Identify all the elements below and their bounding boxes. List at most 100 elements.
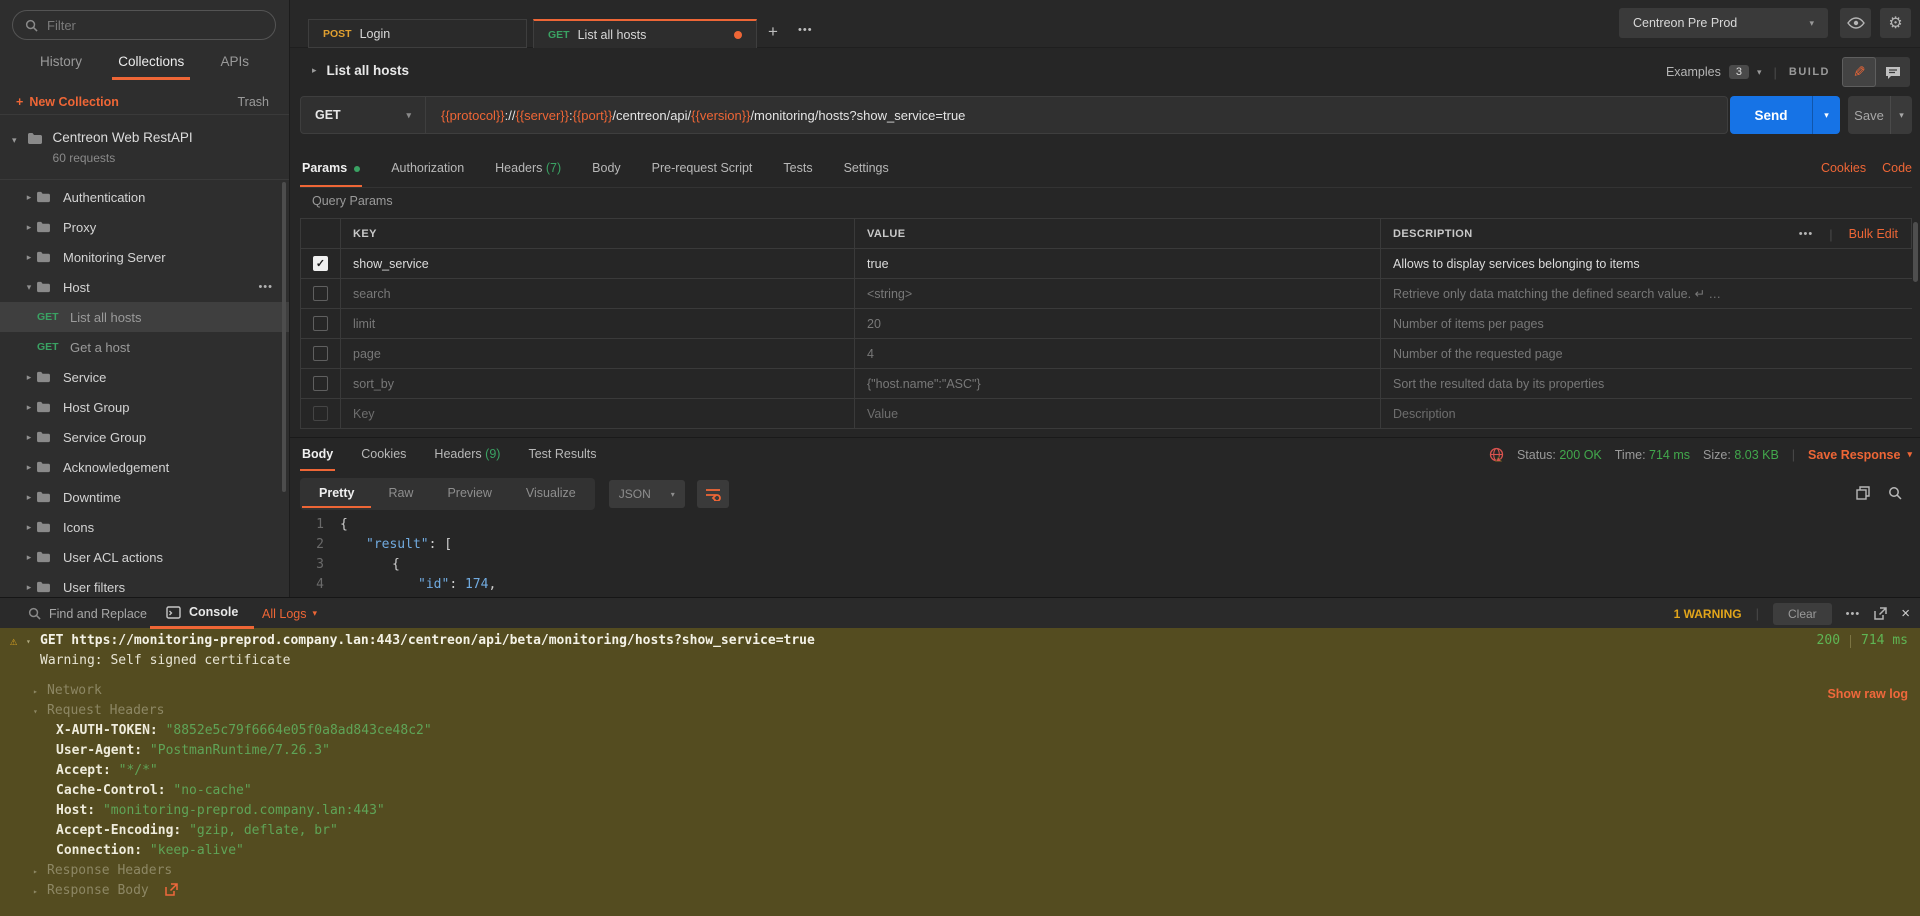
request-title-toggle[interactable]: ▸ List all hosts bbox=[312, 63, 409, 78]
save-button[interactable]: Save bbox=[1848, 96, 1890, 134]
log-entry-request[interactable]: ⚠ ▾ GET https://monitoring-preprod.compa… bbox=[0, 631, 1920, 651]
param-description[interactable]: Number of items per pages bbox=[1381, 309, 1912, 338]
response-body-editor[interactable]: 1{ 2"result": [ 3{ 4"id": 174, bbox=[300, 515, 1912, 597]
sidebar-folder-host-group[interactable]: ▸ Host Group bbox=[0, 392, 289, 422]
tab-options-icon[interactable]: ••• bbox=[798, 24, 813, 36]
param-checkbox[interactable] bbox=[313, 346, 328, 361]
param-key[interactable]: page bbox=[341, 339, 855, 368]
new-collection-button[interactable]: + New Collection bbox=[16, 95, 119, 109]
tab-body[interactable]: Body bbox=[590, 150, 623, 187]
url-input[interactable]: {{protocol}}://{{server}}:{{port}}/centr… bbox=[426, 108, 965, 123]
send-options-caret[interactable]: ▾ bbox=[1812, 96, 1840, 134]
sidebar-filter[interactable] bbox=[12, 10, 276, 40]
find-and-replace-button[interactable]: Find and Replace bbox=[28, 598, 147, 629]
param-checkbox[interactable] bbox=[313, 316, 328, 331]
cookies-link[interactable]: Cookies bbox=[1821, 150, 1866, 186]
settings-button[interactable]: ⚙ bbox=[1880, 8, 1911, 38]
bulk-edit-link[interactable]: Bulk Edit bbox=[1849, 227, 1898, 241]
param-description[interactable]: Allows to display services belonging to … bbox=[1381, 249, 1912, 278]
tab-prerequest-script[interactable]: Pre-request Script bbox=[650, 150, 755, 187]
all-logs-filter[interactable]: All Logs ▾ bbox=[262, 598, 317, 629]
sidebar-folder-acknowledgement[interactable]: ▸ Acknowledgement bbox=[0, 452, 289, 482]
show-raw-log-link[interactable]: Show raw log bbox=[1827, 684, 1908, 704]
param-value[interactable]: 20 bbox=[855, 309, 1381, 338]
sidebar-folder-icons[interactable]: ▸ Icons bbox=[0, 512, 289, 542]
copy-icon[interactable] bbox=[1856, 486, 1870, 500]
param-checkbox[interactable] bbox=[313, 406, 328, 421]
sidebar-scrollbar[interactable] bbox=[282, 182, 286, 492]
ssl-warning-icon[interactable] bbox=[1489, 447, 1504, 462]
tab-apis[interactable]: APIs bbox=[214, 50, 255, 80]
param-value-placeholder[interactable]: Value bbox=[855, 399, 1381, 428]
request-tab-list-all-hosts[interactable]: GET List all hosts bbox=[533, 19, 757, 48]
edit-request-button[interactable]: ✎ bbox=[1842, 57, 1876, 87]
clear-console-button[interactable]: Clear bbox=[1773, 603, 1832, 625]
new-tab-button[interactable]: + bbox=[768, 22, 778, 42]
tab-response-headers[interactable]: Headers (9) bbox=[432, 440, 502, 471]
param-checkbox[interactable] bbox=[313, 376, 328, 391]
param-value[interactable]: true bbox=[855, 249, 1381, 278]
tab-authorization[interactable]: Authorization bbox=[389, 150, 466, 187]
param-description[interactable]: Retrieve only data matching the defined … bbox=[1381, 279, 1912, 308]
send-button[interactable]: Send bbox=[1730, 96, 1812, 134]
tab-history[interactable]: History bbox=[34, 50, 88, 80]
tab-params[interactable]: Params bbox=[300, 150, 362, 187]
request-tab-login[interactable]: POST Login bbox=[308, 19, 527, 48]
chevron-down-icon[interactable]: ▾ bbox=[26, 632, 31, 652]
param-value[interactable]: <string> bbox=[855, 279, 1381, 308]
param-key[interactable]: search bbox=[341, 279, 855, 308]
sidebar-folder-authentication[interactable]: ▸ Authentication bbox=[0, 182, 289, 212]
collection-header[interactable]: ▾ Centreon Web RestAPI 60 requests bbox=[0, 118, 289, 178]
open-in-new-window-icon[interactable] bbox=[1874, 607, 1887, 620]
tab-settings[interactable]: Settings bbox=[842, 150, 891, 187]
environment-preview-button[interactable] bbox=[1840, 8, 1871, 38]
log-section-response-headers[interactable]: ▸ Response Headers bbox=[0, 861, 1920, 881]
wrap-lines-button[interactable] bbox=[697, 480, 729, 508]
param-key-placeholder[interactable]: Key bbox=[341, 399, 855, 428]
view-visualize[interactable]: Visualize bbox=[509, 480, 593, 508]
filter-input[interactable] bbox=[47, 18, 263, 33]
param-value[interactable]: 4 bbox=[855, 339, 1381, 368]
trash-button[interactable]: Trash bbox=[238, 95, 270, 109]
save-options-caret[interactable]: ▾ bbox=[1890, 96, 1912, 134]
tab-headers[interactable]: Headers (7) bbox=[493, 150, 563, 187]
console-options-icon[interactable]: ••• bbox=[1846, 608, 1861, 620]
environment-selector[interactable]: Centreon Pre Prod ▾ bbox=[1619, 8, 1828, 38]
sidebar-folder-host[interactable]: ▾ Host ••• bbox=[0, 272, 289, 302]
table-scrollbar[interactable] bbox=[1913, 222, 1918, 282]
sidebar-folder-service[interactable]: ▸ Service bbox=[0, 362, 289, 392]
log-section-response-body[interactable]: ▸ Response Body bbox=[0, 881, 1920, 901]
sidebar-folder-proxy[interactable]: ▸ Proxy bbox=[0, 212, 289, 242]
log-section-request-headers[interactable]: ▾ Request Headers bbox=[0, 701, 1920, 721]
sidebar-folder-monitoring-server[interactable]: ▸ Monitoring Server bbox=[0, 242, 289, 272]
code-link[interactable]: Code bbox=[1882, 150, 1912, 186]
console-tab[interactable]: Console bbox=[150, 598, 254, 629]
more-options-icon[interactable]: ••• bbox=[258, 281, 273, 293]
close-console-icon[interactable]: × bbox=[1901, 605, 1910, 622]
log-section-network[interactable]: ▸ Network bbox=[0, 681, 1920, 701]
param-key[interactable]: show_service bbox=[341, 249, 855, 278]
tab-response-body[interactable]: Body bbox=[300, 440, 335, 471]
examples-dropdown[interactable]: Examples 3 ▾ bbox=[1666, 65, 1762, 79]
sidebar-folder-user-acl-actions[interactable]: ▸ User ACL actions bbox=[0, 542, 289, 572]
sidebar-folder-downtime[interactable]: ▸ Downtime bbox=[0, 482, 289, 512]
tab-tests[interactable]: Tests bbox=[781, 150, 814, 187]
tab-collections[interactable]: Collections bbox=[112, 50, 190, 80]
format-selector[interactable]: JSON ▾ bbox=[609, 480, 685, 508]
param-key[interactable]: sort_by bbox=[341, 369, 855, 398]
table-options-icon[interactable]: ••• bbox=[1799, 228, 1814, 240]
sidebar-request-get-a-host[interactable]: GET Get a host bbox=[0, 332, 289, 362]
tab-response-cookies[interactable]: Cookies bbox=[359, 440, 408, 471]
param-key[interactable]: limit bbox=[341, 309, 855, 338]
param-description[interactable]: Number of the requested page bbox=[1381, 339, 1912, 368]
method-selector[interactable]: GET ▾ bbox=[301, 97, 426, 133]
param-value[interactable]: {"host.name":"ASC"} bbox=[855, 369, 1381, 398]
sidebar-request-list-all-hosts[interactable]: GET List all hosts bbox=[0, 302, 289, 332]
param-checkbox[interactable] bbox=[313, 286, 328, 301]
comments-button[interactable] bbox=[1876, 57, 1910, 87]
view-preview[interactable]: Preview bbox=[430, 480, 508, 508]
view-raw[interactable]: Raw bbox=[371, 480, 430, 508]
param-description[interactable]: Sort the resulted data by its properties bbox=[1381, 369, 1912, 398]
param-checkbox[interactable]: ✓ bbox=[313, 256, 328, 271]
tab-test-results[interactable]: Test Results bbox=[526, 440, 598, 471]
